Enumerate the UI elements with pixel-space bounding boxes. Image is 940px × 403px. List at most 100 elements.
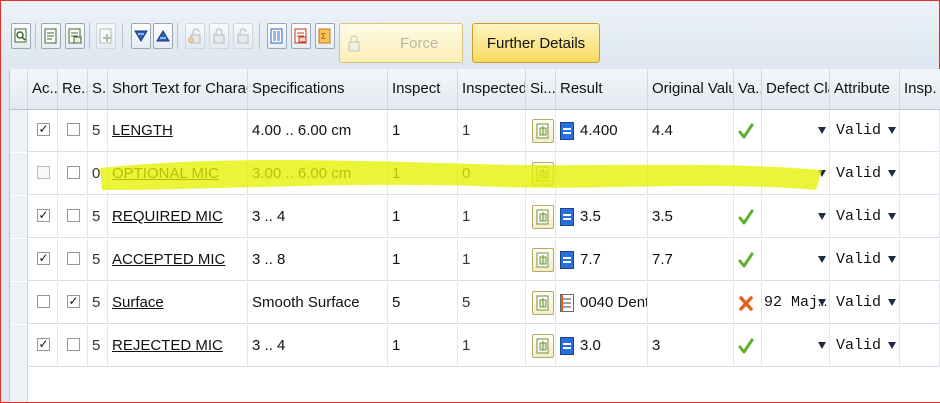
add-icon[interactable] (96, 23, 116, 49)
required-checkbox[interactable] (67, 252, 80, 265)
force-button[interactable]: Force (339, 23, 463, 63)
result-value[interactable]: 3.0 (580, 325, 601, 367)
value-entry-icon[interactable] (560, 337, 574, 355)
column-header-defect-class[interactable]: Defect Class (762, 69, 830, 109)
lock-icon[interactable] (209, 23, 229, 49)
column-header-result[interactable]: Result (556, 69, 648, 109)
paste-doc-icon[interactable] (65, 23, 85, 49)
active-checkbox[interactable] (37, 295, 50, 308)
table-row[interactable]: 0 OPTIONAL MIC 3.00 .. 6.00 cm 1 0 Valid (10, 153, 940, 195)
chevron-down-icon[interactable] (888, 342, 896, 349)
result-value[interactable]: 7.7 (580, 239, 601, 281)
valuation-lock-icon[interactable] (185, 23, 205, 49)
short-text-text[interactable]: OPTIONAL MIC (112, 165, 219, 182)
required-checkbox[interactable] (67, 123, 80, 136)
cell-insp-desc (900, 325, 940, 367)
row-selector-header[interactable] (10, 69, 28, 109)
chevron-down-icon[interactable] (888, 299, 896, 306)
chevron-down-icon[interactable] (888, 170, 896, 177)
calculator-icon[interactable]: Σ (315, 23, 335, 49)
active-checkbox[interactable] (37, 166, 50, 179)
required-checkbox[interactable]: ✓ (67, 295, 80, 308)
short-text-text[interactable]: REJECTED MIC (112, 337, 223, 354)
table-row[interactable]: ✓ 5 ACCEPTED MIC 3 .. 8 1 1 7.7 7.7 Valid (10, 239, 940, 281)
sample-input-button[interactable] (532, 248, 554, 272)
attribute-dropdown[interactable]: Valid (836, 196, 881, 238)
required-checkbox[interactable] (67, 166, 80, 179)
sample-input-button[interactable] (532, 205, 554, 229)
short-text-text[interactable]: ACCEPTED MIC (112, 251, 225, 268)
chevron-down-icon[interactable] (818, 342, 826, 349)
active-checkbox[interactable]: ✓ (37, 338, 50, 351)
cell-valuation (734, 110, 762, 152)
value-entry-icon[interactable] (560, 251, 574, 269)
code-list-icon[interactable] (560, 294, 574, 312)
status-text: 0 (92, 165, 101, 182)
column-header-inspected[interactable]: Inspected (458, 69, 526, 109)
export-icon[interactable] (291, 23, 311, 49)
unlock-icon[interactable] (233, 23, 253, 49)
cell-insp-desc (900, 239, 940, 281)
short-text-text[interactable]: LENGTH (112, 122, 173, 139)
value-entry-icon[interactable] (560, 208, 574, 226)
cell-inspected: 1 (458, 325, 526, 367)
cell-result: 4.400 (556, 110, 648, 152)
chevron-down-icon[interactable] (818, 299, 826, 306)
sort-asc-icon[interactable] (153, 23, 173, 49)
cell-inspect: 1 (388, 325, 458, 367)
column-header-attribute[interactable]: Attribute (830, 69, 900, 109)
result-value[interactable]: 0040 Dents (580, 282, 647, 324)
column-header-si[interactable]: Si... (526, 69, 556, 109)
active-checkbox[interactable]: ✓ (37, 123, 50, 136)
short-text-text[interactable]: Surface (112, 294, 164, 311)
chevron-down-icon[interactable] (818, 256, 826, 263)
required-checkbox[interactable] (67, 209, 80, 222)
active-checkbox[interactable]: ✓ (37, 209, 50, 222)
inspected-text: 1 (462, 208, 471, 225)
short-text-text[interactable]: REQUIRED MIC (112, 208, 223, 225)
attribute-dropdown[interactable]: Valid (836, 153, 881, 195)
layout-icon[interactable] (267, 23, 287, 49)
chevron-down-icon[interactable] (888, 256, 896, 263)
chevron-down-icon[interactable] (888, 127, 896, 134)
required-checkbox[interactable] (67, 338, 80, 351)
result-value[interactable]: 3.5 (580, 196, 601, 238)
further-details-button[interactable]: Further Details (472, 23, 600, 63)
sample-input-button[interactable] (532, 119, 554, 143)
attribute-dropdown[interactable]: Valid (836, 110, 881, 152)
value-entry-icon[interactable] (560, 122, 574, 140)
cell-inspect: 5 (388, 282, 458, 324)
active-checkbox[interactable]: ✓ (37, 252, 50, 265)
cell-attribute: Valid (830, 282, 900, 324)
column-header-specifications[interactable]: Specifications (248, 69, 388, 109)
table-row[interactable]: ✓ 5 LENGTH 4.00 .. 6.00 cm 1 1 4.400 4.4 Valid (10, 110, 940, 152)
column-header-valuation[interactable]: Va... (734, 69, 762, 109)
cell-status: 5 (88, 196, 108, 238)
result-value[interactable]: 4.400 (580, 110, 618, 152)
column-header-inspect[interactable]: Inspect (388, 69, 458, 109)
column-header-required[interactable]: Re... (58, 69, 88, 109)
column-header-short-text[interactable]: Short Text for Character... (108, 69, 248, 109)
column-header-original-value[interactable]: Original Value (648, 69, 734, 109)
attribute-dropdown[interactable]: Valid (836, 239, 881, 281)
chevron-down-icon[interactable] (888, 213, 896, 220)
attribute-dropdown[interactable]: Valid (836, 282, 881, 324)
column-header-active[interactable]: Ac... (28, 69, 58, 109)
column-header-insp-desc[interactable]: Insp. D (900, 69, 940, 109)
copy-doc-icon[interactable] (41, 23, 61, 49)
cell-defect-class (762, 110, 830, 152)
sample-input-button[interactable] (532, 334, 554, 358)
sample-input-button[interactable] (532, 291, 554, 315)
table-row[interactable]: ✓ 5 REQUIRED MIC 3 .. 4 1 1 3.5 3.5 Valid (10, 196, 940, 238)
chevron-down-icon[interactable] (818, 127, 826, 134)
cell-attribute: Valid (830, 239, 900, 281)
sample-input-button[interactable] (532, 162, 554, 186)
chevron-down-icon[interactable] (818, 213, 826, 220)
attribute-dropdown[interactable]: Valid (836, 325, 881, 367)
sort-desc-icon[interactable] (131, 23, 151, 49)
column-header-status[interactable]: S... (88, 69, 108, 109)
chevron-down-icon[interactable] (818, 170, 826, 177)
table-row[interactable]: ✓ 5 REJECTED MIC 3 .. 4 1 1 3.0 3 Valid (10, 325, 940, 367)
table-row[interactable]: ✓ 5 Surface Smooth Surface 5 5 0040 Dents 92 Ma… (10, 282, 940, 324)
find-icon[interactable] (11, 23, 31, 49)
